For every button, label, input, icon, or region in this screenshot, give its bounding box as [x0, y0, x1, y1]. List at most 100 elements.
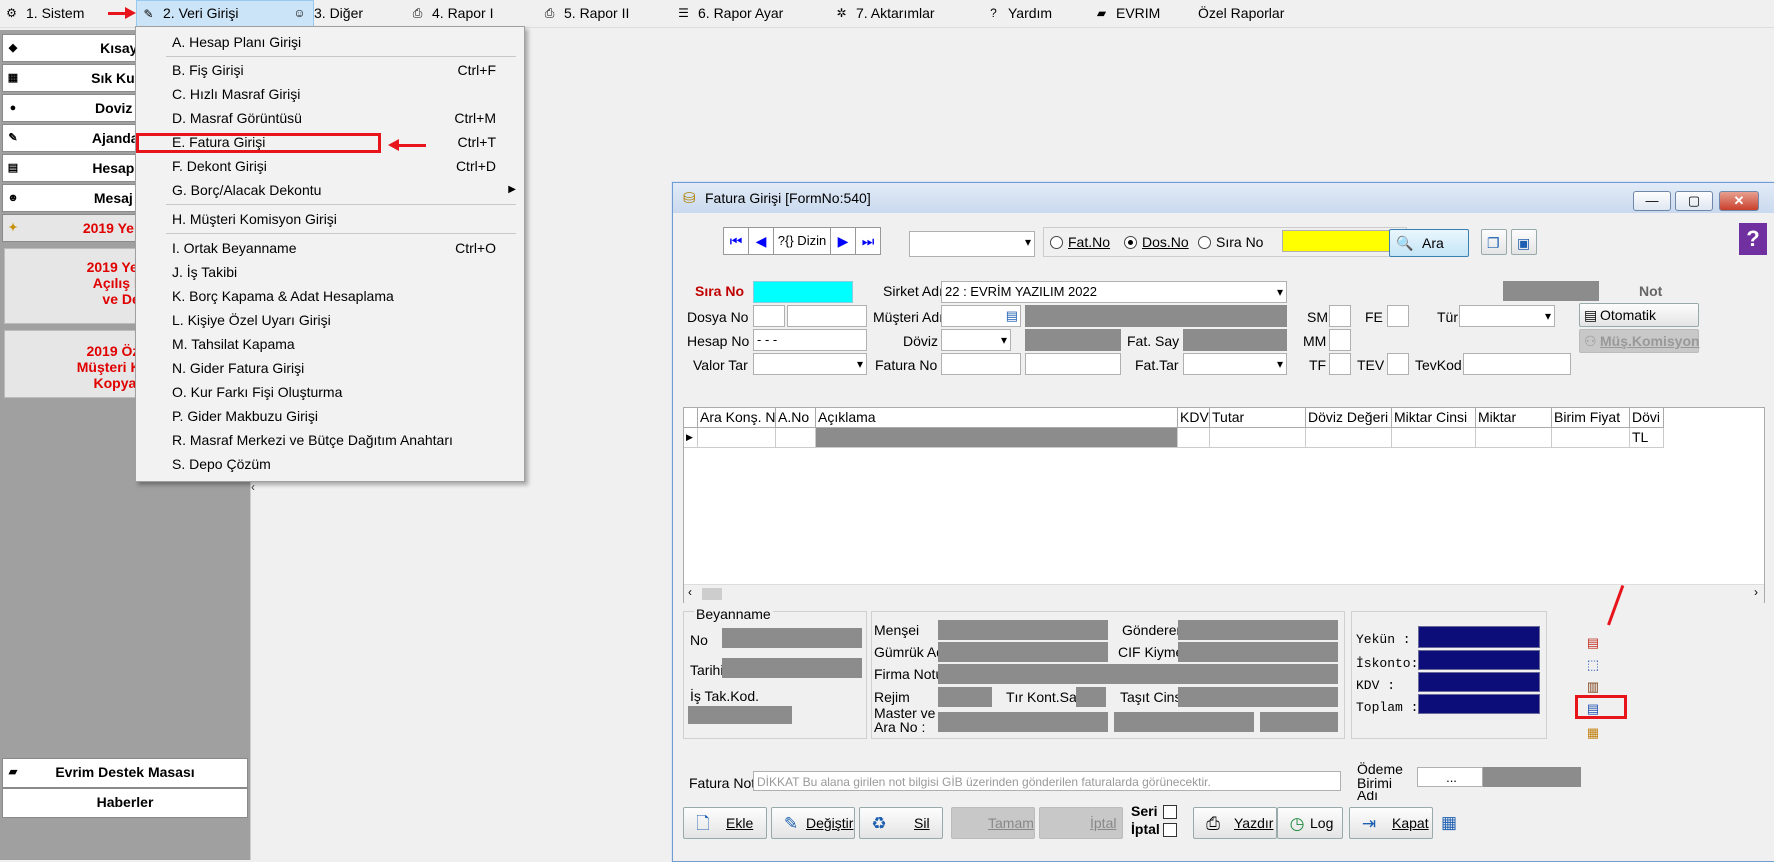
column-header[interactable]: Döviz Değeri [1306, 408, 1392, 428]
menu-item-borc-alacak-dekontu[interactable]: G. Borç/Alacak Dekontu ▶ [136, 179, 524, 201]
dosya-no-prefix-input[interactable] [753, 305, 785, 327]
close-button[interactable]: ✕ [1719, 191, 1759, 211]
chevron-right-icon[interactable]: › [1754, 585, 1758, 599]
table-cell[interactable] [1178, 428, 1210, 448]
preview-icon[interactable]: ▣ [1511, 229, 1537, 255]
mus-komisyon-button[interactable]: ⚇ Müş.Komisyon [1579, 329, 1700, 353]
musteri-kod-input[interactable]: ▤ [941, 305, 1021, 327]
menu-diger[interactable]: ☺ 3. Diğer [288, 0, 363, 27]
column-header[interactable]: KDV [1178, 408, 1210, 428]
menu-item-kur-farki[interactable]: O. Kur Farkı Fişi Oluşturma [136, 381, 524, 403]
dosya-no-input[interactable] [787, 305, 867, 327]
sirket-adi-select[interactable]: 22 : EVRİM YAZILIM 2022 [941, 281, 1287, 303]
ara-button[interactable]: 🔍 Ara [1389, 229, 1469, 257]
tamam-button[interactable]: Tamam [951, 807, 1035, 839]
sira-no-input[interactable] [753, 281, 853, 303]
menu-item-hizli-masraf[interactable]: C. Hızlı Masraf Girişi [136, 83, 524, 105]
notes-icon[interactable]: ▦ [1585, 725, 1601, 741]
menu-item-dekont-girisi[interactable]: F. Dekont Girişi Ctrl+D [136, 155, 524, 177]
chevron-left-icon[interactable]: ‹ [688, 585, 692, 599]
column-header[interactable]: Açıklama [816, 408, 1178, 428]
table-cell[interactable] [1392, 428, 1476, 448]
help-icon[interactable]: ? [1739, 223, 1767, 255]
add-document-icon[interactable]: ▤ [1585, 635, 1601, 651]
table-cell[interactable] [776, 428, 816, 448]
hesap-no-input[interactable]: - - - [753, 329, 867, 351]
sm-input[interactable] [1329, 305, 1351, 327]
kapat-button[interactable]: ⇥ Kapat [1349, 807, 1433, 839]
menu-item-depo-cozum[interactable]: S. Depo Çözüm [136, 453, 524, 475]
tevkod-input[interactable] [1463, 353, 1571, 375]
menu-evrim[interactable]: ▰ EVRIM [1090, 0, 1160, 27]
fe-input[interactable] [1387, 305, 1409, 327]
fat-no-radio[interactable] [1050, 236, 1063, 249]
haberler-button[interactable]: Haberler [2, 788, 248, 818]
valor-tar-select[interactable] [753, 353, 867, 375]
table-cell[interactable] [698, 428, 776, 448]
menu-item-tahsilat-kapama[interactable]: M. Tahsilat Kapama [136, 333, 524, 355]
menu-item-borc-kapama[interactable]: K. Borç Kapama & Adat Hesaplama [136, 285, 524, 307]
menu-rapor-2[interactable]: ⎙ 5. Rapor II [538, 0, 630, 27]
iptal-button[interactable]: İptal [1039, 807, 1123, 839]
menu-item-gider-fatura[interactable]: N. Gider Fatura Girişi [136, 357, 524, 379]
minimize-button[interactable]: — [1633, 191, 1671, 211]
ekle-button[interactable]: 🗋 Ekle [683, 807, 767, 839]
menu-item-masraf-goruntusu[interactable]: D. Masraf Görüntüsü Ctrl+M [136, 107, 524, 129]
menu-item-ortak-beyanname[interactable]: I. Ortak Beyanname Ctrl+O [136, 237, 524, 259]
search-type-select[interactable] [909, 231, 1035, 257]
horizontal-scrollbar[interactable]: ‹ › [684, 584, 1764, 603]
column-header[interactable]: Ara Konş. N [698, 408, 776, 428]
calculator-icon[interactable]: ▦ [1439, 813, 1459, 833]
fatura-no-input[interactable] [1025, 353, 1121, 375]
column-header[interactable]: Dövi [1630, 408, 1664, 428]
column-header[interactable]: Miktar Cinsi [1392, 408, 1476, 428]
column-header[interactable]: Tutar [1210, 408, 1306, 428]
menu-item-musteri-komisyon[interactable]: H. Müşteri Komisyon Girişi [136, 208, 524, 230]
menu-aktarimlar[interactable]: ✲ 7. Aktarımlar [830, 0, 934, 27]
log-button[interactable]: ◷ Log [1277, 807, 1343, 839]
column-header[interactable]: Birim Fiyat [1552, 408, 1630, 428]
doviz-select[interactable] [941, 329, 1011, 351]
dos-no-radio[interactable] [1124, 236, 1137, 249]
lookup-icon[interactable]: ▤ [1006, 306, 1018, 326]
previous-record-icon[interactable]: ◀ [748, 227, 774, 255]
menu-item-is-takibi[interactable]: J. İş Takibi [136, 261, 524, 283]
scrollbar-thumb[interactable] [702, 588, 722, 600]
fat-tar-select[interactable] [1183, 353, 1287, 375]
seri-checkbox[interactable] [1163, 805, 1177, 819]
fatura-not-input[interactable]: DİKKAT Bu alana girilen not bilgisi GİB … [753, 771, 1341, 791]
otomatik-fatura-button[interactable]: ▤Otomatik Fatura [1579, 303, 1699, 345]
select-icon[interactable]: ⬚ [1585, 657, 1601, 673]
search-input[interactable] [1282, 230, 1392, 252]
menu-item-fis-girisi[interactable]: B. Fiş Girişi Ctrl+F [136, 59, 524, 81]
menu-rapor-ayar[interactable]: ☰ 6. Rapor Ayar [672, 0, 783, 27]
menu-item-gider-makbuzu[interactable]: P. Gider Makbuzu Girişi [136, 405, 524, 427]
last-record-icon[interactable]: ⏭ [855, 227, 881, 255]
copy-icon[interactable]: ❐ [1481, 229, 1507, 255]
menu-item-kisiye-ozel-uyari[interactable]: L. Kişiye Özel Uyarı Girişi [136, 309, 524, 331]
iptal-checkbox[interactable] [1163, 823, 1177, 837]
tf-input[interactable] [1329, 353, 1351, 375]
menu-rapor-1[interactable]: ⎙ 4. Rapor I [406, 0, 494, 27]
menu-sistem[interactable]: ⚙ 1. Sistem [0, 0, 84, 27]
tur-select[interactable] [1459, 305, 1555, 327]
odeme-birimi-button[interactable]: ... [1417, 767, 1483, 787]
table-cell[interactable] [816, 428, 1178, 448]
books-icon[interactable]: ▥ [1585, 679, 1601, 695]
tev-input[interactable] [1387, 353, 1409, 375]
next-record-icon[interactable]: ▶ [830, 227, 856, 255]
table-cell[interactable] [1210, 428, 1306, 448]
column-header[interactable]: A.No [776, 408, 816, 428]
table-cell[interactable] [1306, 428, 1392, 448]
menu-ozel-raporlar[interactable]: Özel Raporlar [1172, 0, 1284, 27]
column-header[interactable]: Miktar [1476, 408, 1552, 428]
table-cell[interactable] [1552, 428, 1630, 448]
menu-yardim[interactable]: ? Yardım [982, 0, 1052, 27]
fatura-no-prefix-input[interactable] [941, 353, 1021, 375]
sil-button[interactable]: ♻ Sil [859, 807, 943, 839]
dizin-button[interactable]: ?{} Dizin [773, 227, 831, 255]
menu-item-masraf-merkezi[interactable]: R. Masraf Merkezi ve Bütçe Dağıtım Anaht… [136, 429, 524, 451]
sira-no-radio[interactable] [1198, 236, 1211, 249]
mm-input[interactable] [1329, 329, 1351, 351]
table-cell[interactable] [1476, 428, 1552, 448]
